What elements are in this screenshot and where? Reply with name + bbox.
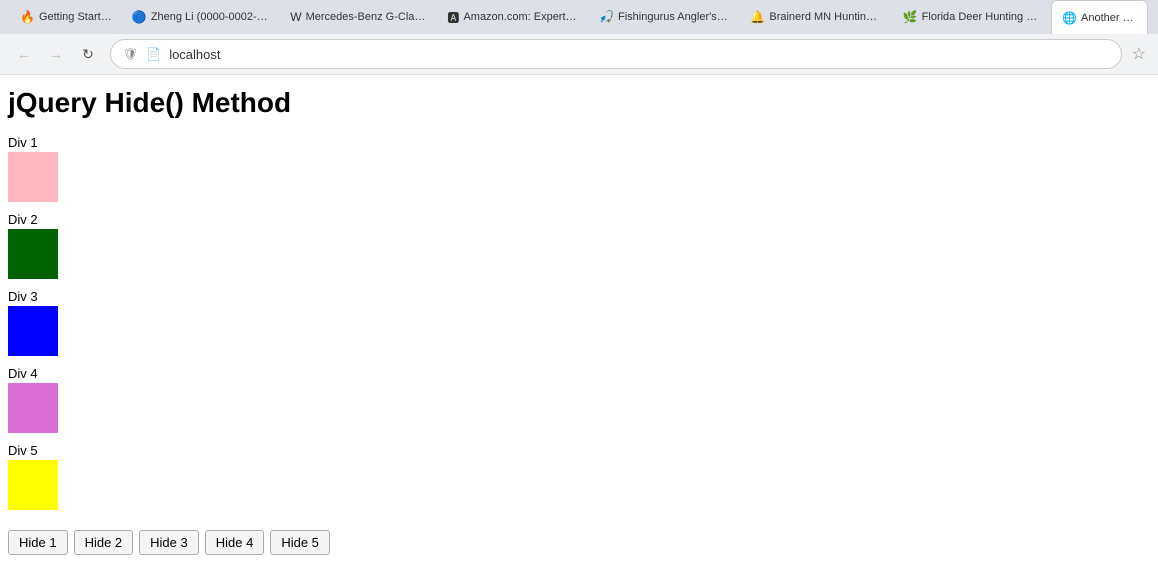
tabs-bar: 🔥 Getting Started 🔵 Zheng Li (0000-0002-3..… (0, 0, 1158, 34)
tab-tab-4[interactable]: 🅰 Amazon.com: ExpertP... (437, 0, 589, 34)
tab-favicon: 🌐 (1062, 11, 1077, 25)
colored-box-1 (8, 152, 58, 202)
tab-favicon: 🌿 (903, 10, 918, 24)
tab-label: Fishingurus Angler's I... (618, 11, 730, 23)
page-title: jQuery Hide() Method (8, 87, 1150, 119)
tab-tab-2[interactable]: 🔵 Zheng Li (0000-0002-3... (122, 0, 280, 34)
reload-button[interactable]: ↻ (74, 40, 102, 68)
tab-tab-8[interactable]: 🌐 Another res (1051, 0, 1148, 34)
hide-button-5[interactable]: Hide 5 (270, 530, 330, 555)
div-label-4: Div 4 (8, 366, 1150, 381)
tab-label: Getting Started (39, 11, 112, 23)
buttons-row: Hide 1Hide 2Hide 3Hide 4Hide 5 (8, 530, 1150, 555)
tab-favicon: 🎣 (599, 10, 614, 24)
tab-favicon: 🔥 (20, 10, 35, 24)
tab-label: Brainerd MN Hunting ... (769, 11, 882, 23)
browser-toolbar: ← → ↻ 🛡 📄 localhost ☆ (0, 34, 1158, 74)
address-text: localhost (169, 47, 1108, 62)
bookmark-button[interactable]: ☆ (1130, 42, 1148, 66)
tab-tab-1[interactable]: 🔥 Getting Started (10, 0, 122, 34)
div-label-1: Div 1 (8, 135, 1150, 150)
tab-label: Mercedes-Benz G-Clas... (306, 11, 428, 23)
hide-button-3[interactable]: Hide 3 (139, 530, 199, 555)
div-block-3: Div 3 (8, 289, 1150, 356)
div-block-1: Div 1 (8, 135, 1150, 202)
tab-favicon: 🅰 (447, 9, 459, 26)
back-button[interactable]: ← (10, 40, 38, 68)
page-content: jQuery Hide() Method Div 1Div 2Div 3Div … (0, 75, 1158, 567)
div-label-5: Div 5 (8, 443, 1150, 458)
div-block-2: Div 2 (8, 212, 1150, 279)
divs-container: Div 1 Div 2 Div 3 Div 4 Div 5 (8, 135, 1150, 510)
div-block-5: Div 5 (8, 443, 1150, 510)
hide-button-1[interactable]: Hide 1 (8, 530, 68, 555)
tab-label: Florida Deer Hunting S... (922, 11, 1041, 23)
colored-box-5 (8, 460, 58, 510)
colored-box-4 (8, 383, 58, 433)
tab-favicon: 🔵 (132, 10, 147, 24)
tab-favicon: W (290, 10, 301, 24)
forward-button[interactable]: → (42, 40, 70, 68)
tab-label: Zheng Li (0000-0002-3... (151, 11, 270, 23)
hide-button-4[interactable]: Hide 4 (205, 530, 265, 555)
tab-label: Amazon.com: ExpertP... (463, 11, 579, 23)
tab-favicon: 🔔 (750, 10, 765, 24)
tab-tab-3[interactable]: W Mercedes-Benz G-Clas... (280, 0, 437, 34)
hide-button-2[interactable]: Hide 2 (74, 530, 134, 555)
tab-tab-5[interactable]: 🎣 Fishingurus Angler's I... (589, 0, 740, 34)
colored-box-3 (8, 306, 58, 356)
nav-buttons: ← → ↻ (10, 40, 102, 68)
div-label-3: Div 3 (8, 289, 1150, 304)
address-bar[interactable]: 🛡 📄 localhost (110, 39, 1122, 69)
div-block-4: Div 4 (8, 366, 1150, 433)
tab-tab-7[interactable]: 🌿 Florida Deer Hunting S... (893, 0, 1051, 34)
shield-icon: 🛡 (123, 47, 138, 61)
colored-box-2 (8, 229, 58, 279)
browser-chrome: 🔥 Getting Started 🔵 Zheng Li (0000-0002-3..… (0, 0, 1158, 75)
tab-label: Another res (1081, 12, 1137, 24)
tab-tab-6[interactable]: 🔔 Brainerd MN Hunting ... (740, 0, 892, 34)
page-icon: 📄 (146, 47, 161, 61)
div-label-2: Div 2 (8, 212, 1150, 227)
